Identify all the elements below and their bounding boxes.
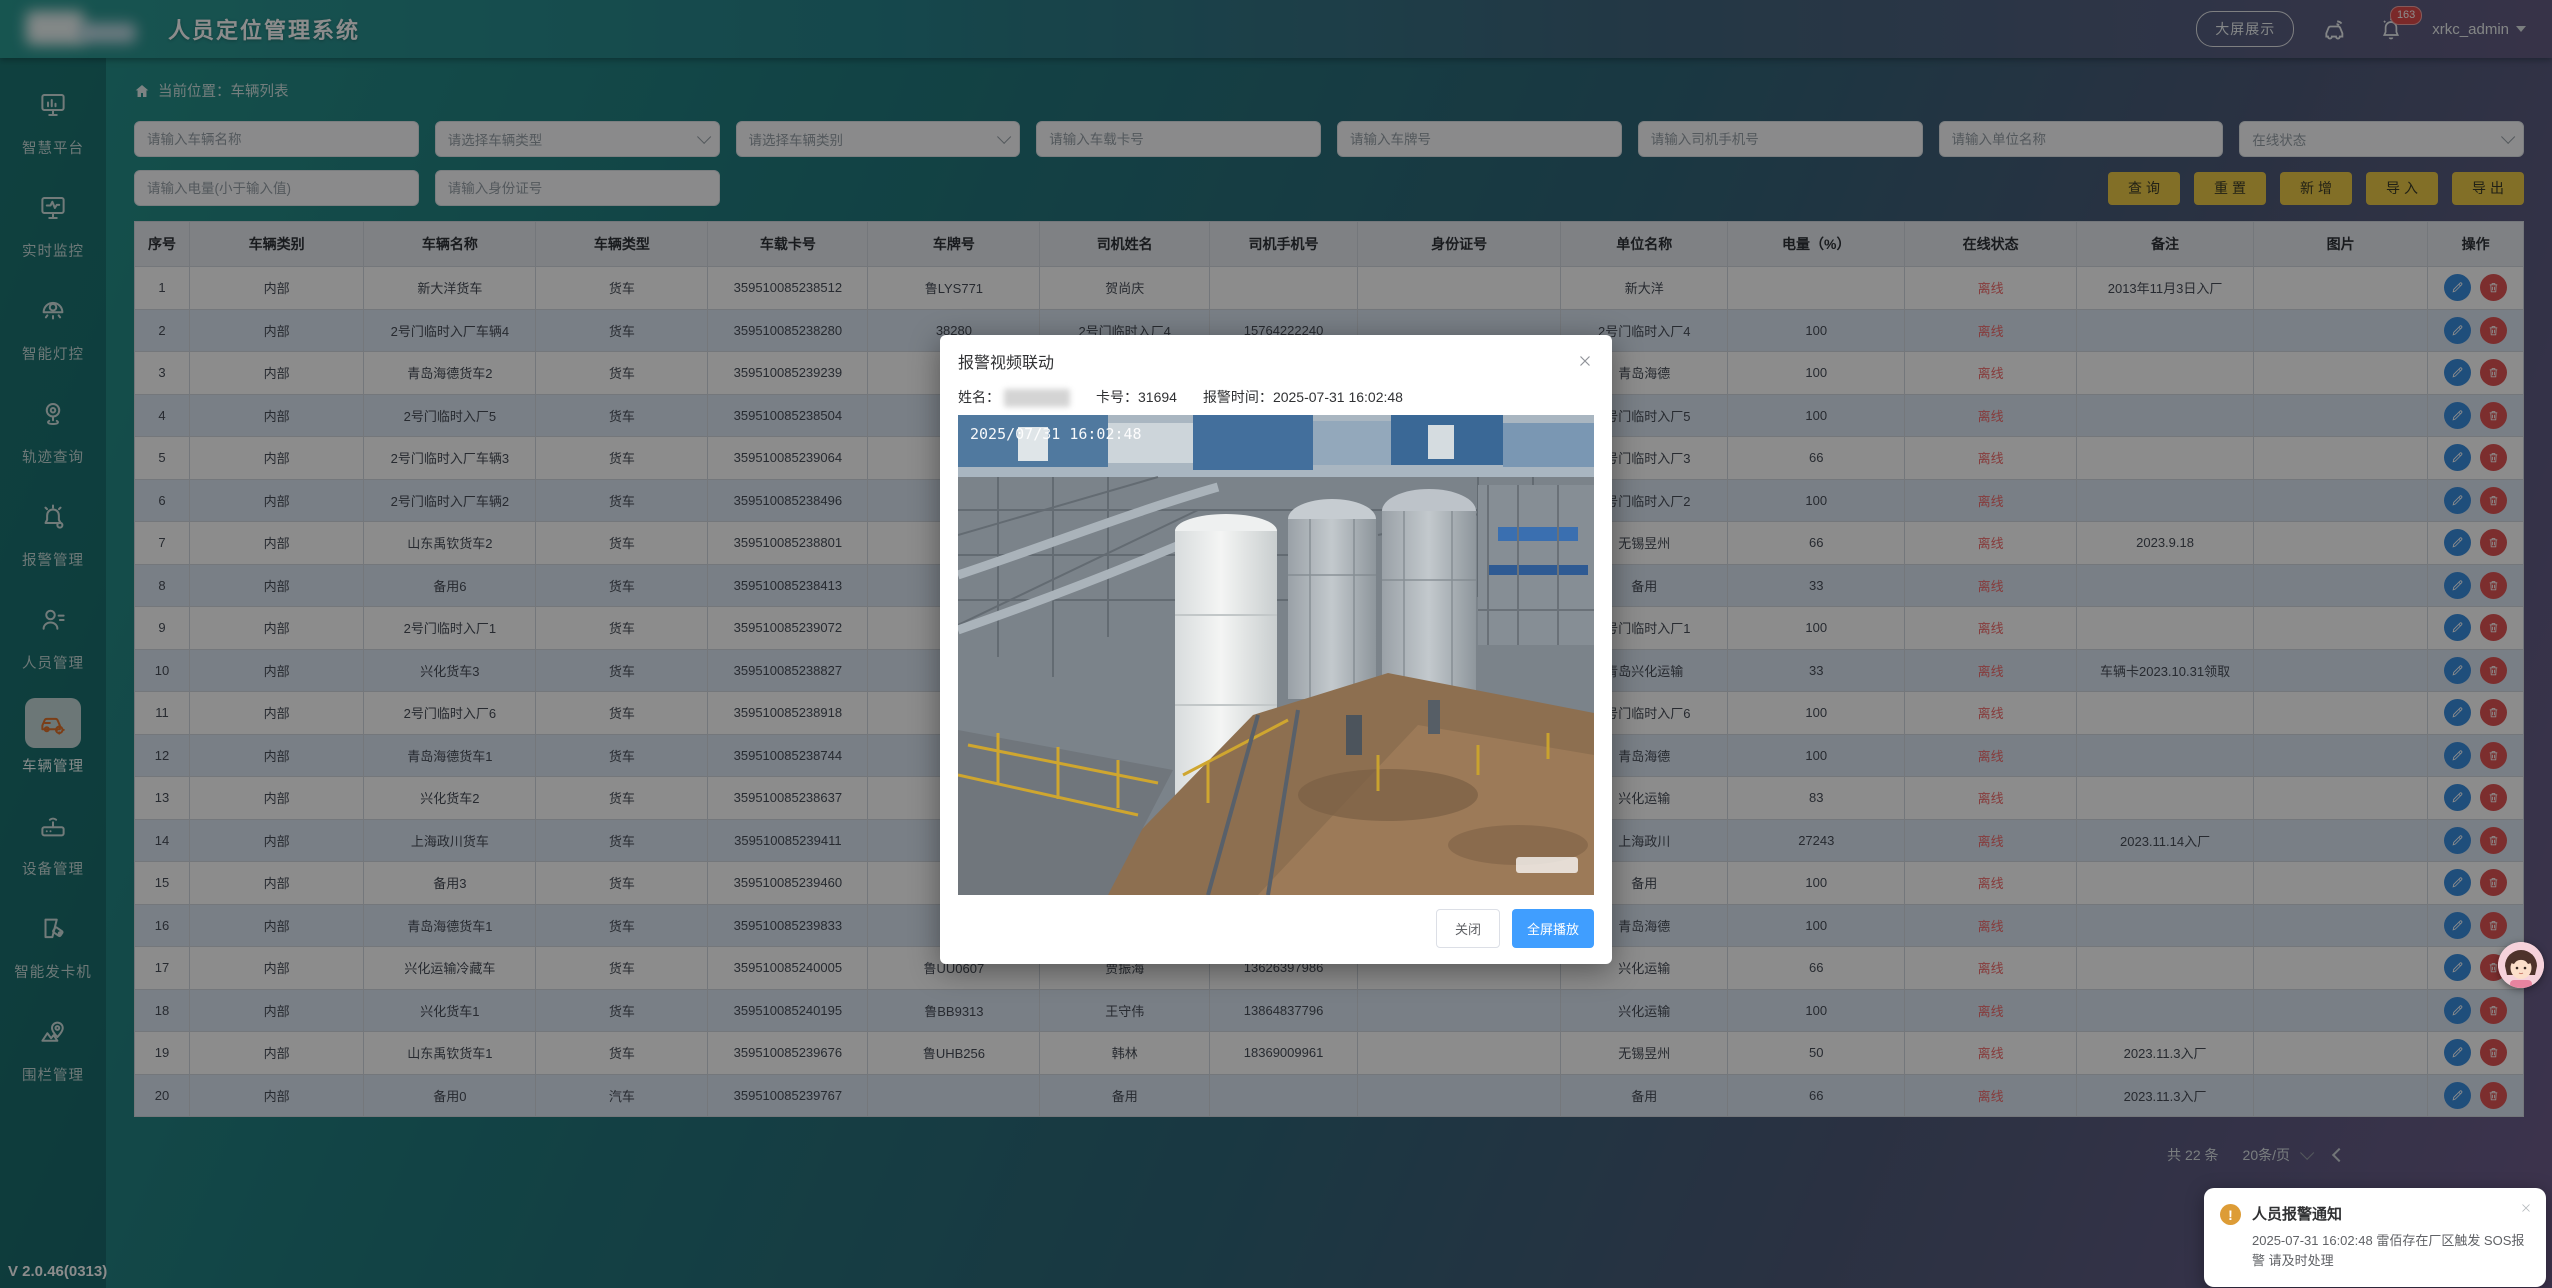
cctv-video-frame[interactable]: 2025/07/31 16:02:48 (958, 415, 1594, 895)
close-icon[interactable] (2519, 1201, 2533, 1215)
alarm-info-row: 姓名： 卡号：31694 报警时间：2025-07-31 16:02:48 (940, 383, 1612, 415)
warning-icon: ! (2220, 1204, 2241, 1225)
dialog-close-button[interactable]: 关闭 (1436, 909, 1500, 948)
video-watermark (1516, 857, 1578, 873)
close-icon[interactable] (1576, 352, 1594, 370)
alarm-video-dialog: 报警视频联动 姓名： 卡号：31694 报警时间：2025-07-31 16:0… (940, 335, 1612, 964)
toast-title: 人员报警通知 (2252, 1203, 2530, 1224)
alarm-time-field: 报警时间：2025-07-31 16:02:48 (1203, 387, 1403, 407)
person-name-field: 姓名： (958, 387, 1070, 407)
plant-cctv-still: 2025/07/31 16:02:48 (958, 415, 1594, 895)
app-root: 人员定位管理系统 大屏展示 163 xrkc_admin (0, 0, 2552, 1288)
alarm-notification-toast[interactable]: ! 人员报警通知 2025-07-31 16:02:48 雷佰存在厂区触发 SO… (2204, 1188, 2546, 1287)
video-timestamp: 2025/07/31 16:02:48 (970, 425, 1142, 443)
dialog-title: 报警视频联动 (958, 349, 1054, 373)
toast-message: 2025-07-31 16:02:48 雷佰存在厂区触发 SOS报警 请及时处理 (2252, 1231, 2530, 1271)
customer-service-avatar[interactable] (2498, 942, 2544, 988)
avatar-girl-icon (2498, 942, 2544, 988)
fullscreen-play-button[interactable]: 全屏播放 (1512, 909, 1594, 948)
card-no-field: 卡号：31694 (1096, 387, 1177, 407)
redacted-name (1004, 389, 1070, 407)
